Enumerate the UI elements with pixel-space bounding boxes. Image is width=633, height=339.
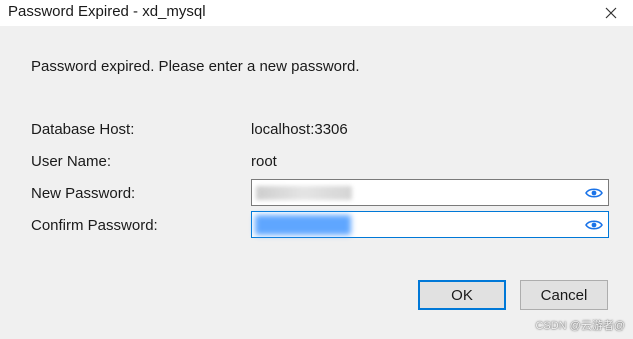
new-password-field[interactable] [251,179,609,206]
new-password-label: New Password: [31,185,136,202]
confirm-password-field[interactable] [251,211,609,238]
close-icon [605,7,617,19]
title-bar: Password Expired - xd_mysql [0,0,633,26]
watermark: CSDN @云游者@ [535,320,625,332]
database-host-value: localhost:3306 [251,121,348,138]
user-name-label: User Name: [31,153,112,170]
dialog-message: Password expired. Please enter a new pas… [31,58,360,75]
eye-icon[interactable] [585,185,603,201]
close-button[interactable] [589,0,633,26]
window-title: Password Expired - xd_mysql [8,3,206,20]
eye-icon[interactable] [585,217,603,233]
selected-password-text [255,215,351,235]
user-name-value: root [251,153,277,170]
ok-button[interactable]: OK [418,280,506,310]
confirm-password-label: Confirm Password: [31,217,158,234]
database-host-label: Database Host: [31,121,135,138]
obscured-password-text [256,186,352,200]
cancel-button[interactable]: Cancel [520,280,608,310]
